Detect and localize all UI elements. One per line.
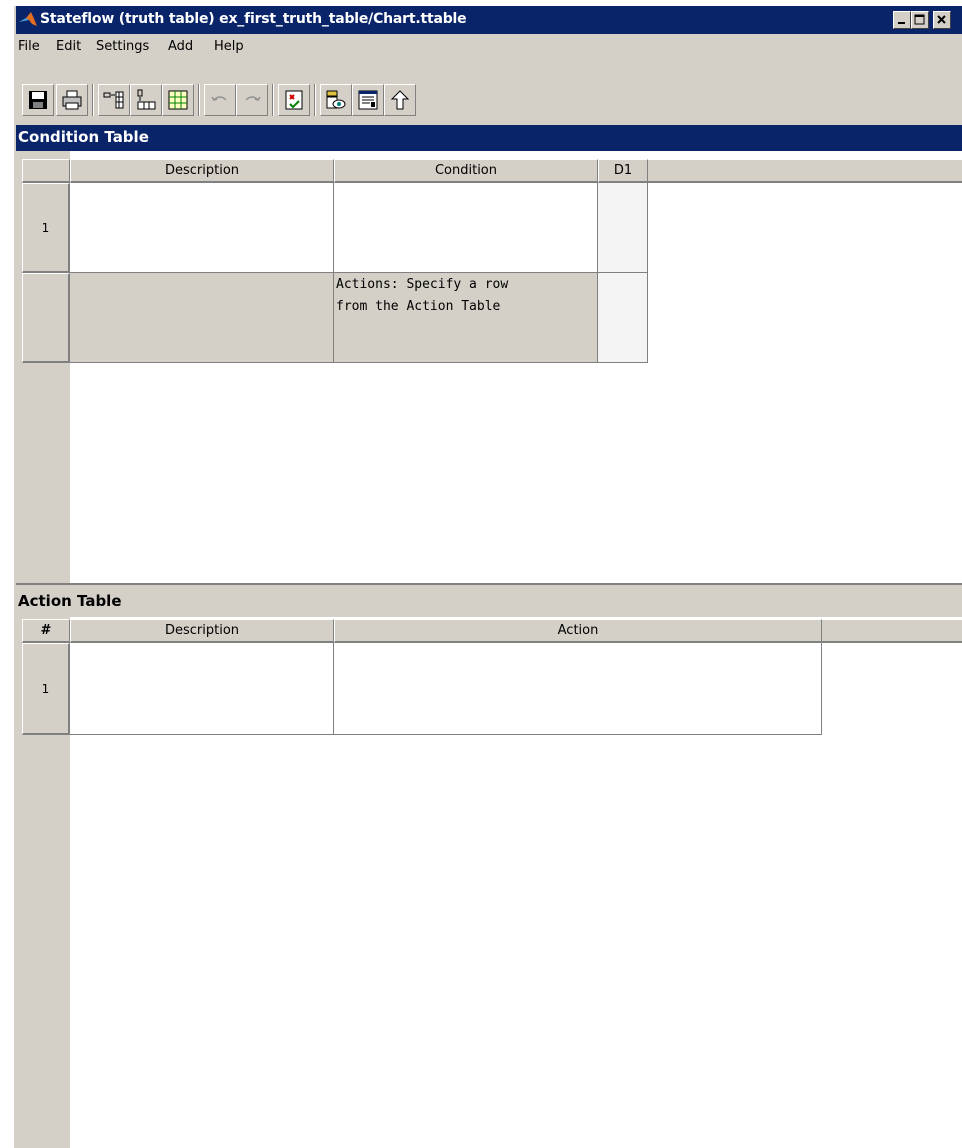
add-cell-button[interactable] xyxy=(162,84,194,116)
undo-button[interactable] xyxy=(204,84,236,116)
corner-header xyxy=(22,159,70,183)
action-cell[interactable] xyxy=(334,643,822,735)
toolbar-separator xyxy=(198,84,200,116)
go-to-parent-icon xyxy=(390,90,410,110)
decision-d1-cell[interactable] xyxy=(598,183,648,273)
action-table-header: Action Table xyxy=(16,583,962,617)
save-button[interactable] xyxy=(22,84,54,116)
row-header-1[interactable]: 1 xyxy=(22,183,70,273)
window-title: Stateflow (truth table) ex_first_truth_t… xyxy=(40,11,467,27)
action-description-cell[interactable] xyxy=(70,643,334,735)
column-header-condition[interactable]: Condition xyxy=(334,159,598,183)
check-diagnostics-button[interactable] xyxy=(278,84,310,116)
column-header-number[interactable]: # xyxy=(22,619,70,643)
actions-description-cell xyxy=(70,273,334,363)
menu-settings[interactable]: Settings xyxy=(96,39,149,54)
maximize-icon xyxy=(914,14,925,25)
menu-bar: File Edit Settings Add Help xyxy=(16,34,962,60)
redo-button[interactable] xyxy=(236,84,268,116)
condition-table-title: Condition Table xyxy=(18,128,149,146)
actions-instructions-cell: Actions: Specify a row from the Action T… xyxy=(334,273,598,363)
menu-file[interactable]: File xyxy=(18,39,40,54)
action-table-title: Action Table xyxy=(18,592,122,610)
column-header-action[interactable]: Action xyxy=(334,619,822,643)
row-header-1[interactable]: 1 xyxy=(22,643,70,735)
column-header-d1[interactable]: D1 xyxy=(598,159,648,183)
condition-table: Description Condition D1 1 Actions: Spec… xyxy=(16,151,962,583)
print-button[interactable] xyxy=(56,84,88,116)
insert-row-icon xyxy=(103,91,124,109)
condition-description-cell[interactable] xyxy=(70,183,334,273)
matlab-logo-icon xyxy=(19,12,37,26)
close-icon xyxy=(937,15,946,24)
actions-d1-cell[interactable] xyxy=(598,273,648,363)
model-explorer-button[interactable] xyxy=(352,84,384,116)
minimize-icon xyxy=(898,22,905,24)
check-diagnostics-icon xyxy=(285,90,303,110)
menu-add[interactable]: Add xyxy=(168,39,193,54)
redo-icon xyxy=(245,96,261,101)
menu-edit[interactable]: Edit xyxy=(56,39,81,54)
title-bar[interactable]: Stateflow (truth table) ex_first_truth_t… xyxy=(16,6,962,34)
column-header-description[interactable]: Description xyxy=(70,159,334,183)
add-cell-icon xyxy=(168,90,188,110)
action-table: # Description Action 1 xyxy=(16,617,962,1148)
toolbar-separator xyxy=(92,84,94,116)
print-icon xyxy=(62,90,82,110)
edit-data-icon xyxy=(326,90,346,109)
go-to-parent-button[interactable] xyxy=(384,84,416,116)
column-header-description[interactable]: Description xyxy=(70,619,334,643)
condition-cell[interactable] xyxy=(334,183,598,273)
close-button[interactable] xyxy=(933,11,951,29)
toolbar-separator xyxy=(314,84,316,116)
truth-table-window: Stateflow (truth table) ex_first_truth_t… xyxy=(14,6,962,1148)
insert-row-button[interactable] xyxy=(98,84,130,116)
undo-icon xyxy=(211,96,227,101)
edit-data-button[interactable] xyxy=(320,84,352,116)
condition-table-header: Condition Table xyxy=(16,125,962,151)
insert-column-icon xyxy=(137,89,156,110)
toolbar-separator xyxy=(272,84,274,116)
insert-column-button[interactable] xyxy=(130,84,162,116)
menu-help[interactable]: Help xyxy=(214,39,244,54)
maximize-button[interactable] xyxy=(911,11,929,29)
toolbar xyxy=(16,60,962,126)
actions-row-header[interactable] xyxy=(22,273,70,363)
minimize-button[interactable] xyxy=(893,11,911,29)
header-filler xyxy=(822,619,962,643)
header-filler xyxy=(648,159,962,183)
model-explorer-icon xyxy=(358,90,378,110)
save-icon xyxy=(29,91,47,109)
